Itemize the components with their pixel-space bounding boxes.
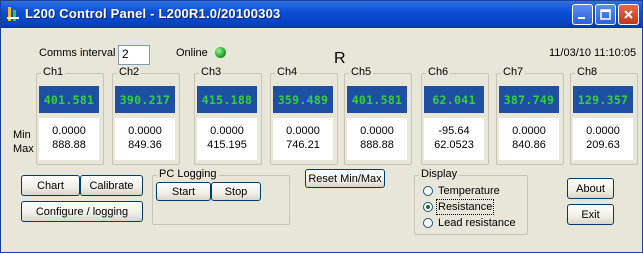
channel-name: Ch6: [426, 66, 451, 78]
online-label: Online: [176, 47, 208, 59]
radio-indicator[interactable]: [423, 218, 433, 228]
about-button[interactable]: About: [567, 178, 614, 199]
mode-indicator: R: [334, 50, 346, 67]
channel-minmax: 0.0000 209.63: [573, 118, 633, 160]
logging-stop-button[interactable]: Stop: [211, 182, 261, 201]
logging-start-button[interactable]: Start: [156, 182, 211, 201]
channel-reading: 359.489: [273, 86, 333, 113]
channel-minmax: 0.0000 746.21: [273, 118, 333, 160]
channel-min-value: 0.0000: [586, 125, 620, 137]
datetime-display: 11/03/10 11:10:05: [549, 47, 637, 59]
title-bar[interactable]: L200 Control Panel - L200R1.0/20100303: [1, 1, 642, 28]
channel-min-value: 0.0000: [286, 125, 320, 137]
channel-minmax: 0.0000 840.86: [499, 118, 559, 160]
channel-1-group: Ch1 401.581 0.0000 888.88: [36, 66, 104, 165]
channel-max-value: 209.63: [586, 139, 620, 151]
comms-interval-label: Comms interval: [39, 47, 116, 59]
reset-min-max-button[interactable]: Reset Min/Max: [305, 169, 385, 188]
pc-logging-group: PC Logging Start Stop: [152, 168, 290, 225]
channel-5-group: Ch5 401.581 0.0000 888.88: [344, 66, 412, 165]
online-status-led: [215, 47, 226, 58]
exit-button[interactable]: Exit: [567, 204, 614, 225]
channel-name: Ch8: [575, 66, 600, 78]
channel-3-group: Ch3 415.188 0.0000 415.195: [194, 66, 262, 165]
main-window: L200 Control Panel - L200R1.0/20100303 C…: [0, 0, 643, 253]
channel-name: Ch5: [349, 66, 374, 78]
display-title: Display: [419, 168, 460, 180]
channel-name: Ch3: [199, 66, 224, 78]
resistance-radio[interactable]: Resistance: [423, 199, 495, 215]
channel-max-value: 62.0523: [434, 139, 474, 151]
channel-minmax: 0.0000 888.88: [39, 118, 99, 160]
channel-name: Ch2: [117, 66, 142, 78]
radio-label: Resistance: [435, 199, 495, 215]
radio-indicator[interactable]: [423, 186, 433, 196]
channel-8-group: Ch8 129.357 0.0000 209.63: [570, 66, 638, 165]
channel-min-value: -95.64: [438, 125, 470, 137]
channel-6-group: Ch6 62.041 -95.64 62.0523: [421, 66, 489, 165]
channel-min-value: 0.0000: [512, 125, 546, 137]
channel-min-value: 0.0000: [128, 125, 162, 137]
radio-label: Temperature: [438, 185, 500, 197]
channel-minmax: 0.0000 415.195: [197, 118, 257, 160]
maximize-button[interactable]: [595, 4, 616, 25]
channel-4-group: Ch4 359.489 0.0000 746.21: [270, 66, 338, 165]
channel-reading: 415.188: [197, 86, 257, 113]
radio-label: Lead resistance: [438, 217, 516, 229]
comms-interval-input[interactable]: 2: [118, 45, 150, 65]
channel-min-value: 0.0000: [52, 125, 86, 137]
channel-reading: 387.749: [499, 86, 559, 113]
channel-reading: 390.217: [115, 86, 175, 113]
channel-minmax: 0.0000 849.36: [115, 118, 175, 160]
pc-logging-title: PC Logging: [157, 168, 219, 180]
radio-indicator-selected[interactable]: [423, 202, 433, 212]
channel-min-value: 0.0000: [360, 125, 394, 137]
lead-resistance-radio[interactable]: Lead resistance: [423, 217, 516, 229]
channel-minmax: 0.0000 888.88: [347, 118, 407, 160]
channel-7-group: Ch7 387.749 0.0000 840.86: [496, 66, 564, 165]
channel-max-value: 415.195: [207, 139, 247, 151]
channel-name: Ch7: [501, 66, 526, 78]
channel-max-value: 849.36: [128, 139, 162, 151]
channel-min-value: 0.0000: [210, 125, 244, 137]
chart-button[interactable]: Chart: [21, 175, 80, 196]
temperature-radio[interactable]: Temperature: [423, 185, 500, 197]
app-icon: [7, 7, 19, 21]
window-title: L200 Control Panel - L200R1.0/20100303: [25, 6, 281, 21]
channel-reading: 62.041: [424, 86, 484, 113]
min-row-label: Min: [13, 129, 31, 141]
channel-reading: 129.357: [573, 86, 633, 113]
display-group: Display Temperature Resistance Lead resi…: [414, 168, 528, 235]
minimize-button[interactable]: [572, 4, 593, 25]
calibrate-button[interactable]: Calibrate: [80, 175, 143, 196]
channel-max-value: 746.21: [286, 139, 320, 151]
max-row-label: Max: [13, 143, 34, 155]
channel-max-value: 888.88: [52, 139, 86, 151]
channel-2-group: Ch2 390.217 0.0000 849.36: [112, 66, 180, 165]
channel-minmax: -95.64 62.0523: [424, 118, 484, 160]
channel-reading: 401.581: [39, 86, 99, 113]
channel-max-value: 888.88: [360, 139, 394, 151]
configure-logging-button[interactable]: Configure / logging: [21, 201, 143, 222]
close-button[interactable]: [618, 4, 639, 25]
channel-max-value: 840.86: [512, 139, 546, 151]
channel-name: Ch4: [275, 66, 300, 78]
channel-name: Ch1: [41, 66, 66, 78]
channel-reading: 401.581: [347, 86, 407, 113]
